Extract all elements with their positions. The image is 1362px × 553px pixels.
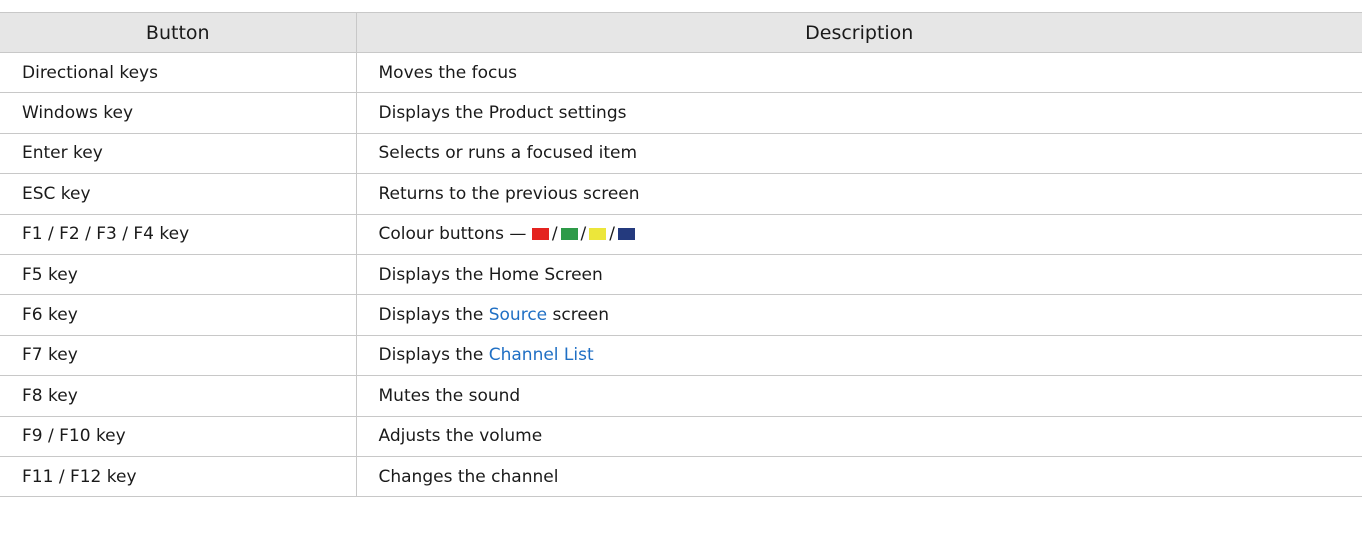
button-cell: F11 / F12 key <box>0 456 357 498</box>
source-link[interactable]: Source <box>489 305 547 325</box>
table-row: F5 key Displays the Home Screen <box>0 254 1362 296</box>
key-table-container: Button Description Directional keys Move… <box>0 12 1362 498</box>
colour-swatch-group: / / / <box>531 224 636 245</box>
button-cell: Directional keys <box>0 52 357 94</box>
description-text: Moves the focus <box>378 62 518 83</box>
button-cell: Windows key <box>0 92 357 134</box>
header-button: Button <box>0 12 357 53</box>
swatch-separator: / <box>609 224 616 245</box>
blue-swatch-icon <box>618 228 636 241</box>
button-cell: F1 / F2 / F3 / F4 key <box>0 214 357 255</box>
table-row: F8 key Mutes the sound <box>0 375 1362 417</box>
description-cell: Displays the Product settings <box>356 92 1362 134</box>
button-cell: Enter key <box>0 133 357 175</box>
table-row: ESC key Returns to the previous screen <box>0 173 1362 215</box>
description-cell: Displays the Home Screen <box>356 254 1362 296</box>
description-cell: Selects or runs a focused item <box>356 133 1362 175</box>
header-description: Description <box>356 12 1362 53</box>
table-row: Windows key Displays the Product setting… <box>0 92 1362 134</box>
description-cell: Adjusts the volume <box>356 416 1362 457</box>
description-cell: Displays the Source screen <box>356 294 1362 336</box>
channel-list-link[interactable]: Channel List <box>489 345 594 365</box>
description-text: Displays the Home Screen <box>378 264 603 285</box>
table-row: F1 / F2 / F3 / F4 key Colour buttons — /… <box>0 214 1362 255</box>
button-cell: F7 key <box>0 335 357 377</box>
table-header-row: Button Description <box>0 12 1362 53</box>
button-cell: F5 key <box>0 254 357 296</box>
description-text: Selects or runs a focused item <box>378 143 638 164</box>
table-row: F7 key Displays the Channel List <box>0 335 1362 377</box>
red-swatch-icon <box>531 228 549 241</box>
description-cell: Moves the focus <box>356 52 1362 94</box>
description-cell: Returns to the previous screen <box>356 173 1362 215</box>
description-cell: Displays the Channel List <box>356 335 1362 377</box>
table-row: F9 / F10 key Adjusts the volume <box>0 416 1362 457</box>
yellow-swatch-icon <box>589 228 607 241</box>
description-text: Displays the <box>378 305 489 326</box>
description-text: Mutes the sound <box>378 385 521 406</box>
description-text-suffix: screen <box>547 305 610 326</box>
description-cell: Mutes the sound <box>356 375 1362 417</box>
button-cell: ESC key <box>0 173 357 215</box>
description-text: Colour buttons — <box>378 224 532 245</box>
table-row: F11 / F12 key Changes the channel <box>0 456 1362 498</box>
keyboard-keys-table: Button Description Directional keys Move… <box>0 12 1362 498</box>
description-text: Displays the <box>378 345 489 366</box>
swatch-separator: / <box>580 224 587 245</box>
button-cell: F9 / F10 key <box>0 416 357 457</box>
table-row: Enter key Selects or runs a focused item <box>0 133 1362 175</box>
description-cell: Changes the channel <box>356 456 1362 498</box>
button-cell: F6 key <box>0 294 357 336</box>
table-row: F6 key Displays the Source screen <box>0 294 1362 336</box>
description-text: Adjusts the volume <box>378 426 543 447</box>
table-row: Directional keys Moves the focus <box>0 52 1362 94</box>
description-text: Displays the Product settings <box>378 103 627 124</box>
swatch-separator: / <box>551 224 558 245</box>
button-cell: F8 key <box>0 375 357 417</box>
description-cell: Colour buttons — / / / <box>356 214 1362 255</box>
green-swatch-icon <box>560 228 578 241</box>
description-text: Returns to the previous screen <box>378 183 640 204</box>
description-text: Changes the channel <box>378 466 559 487</box>
